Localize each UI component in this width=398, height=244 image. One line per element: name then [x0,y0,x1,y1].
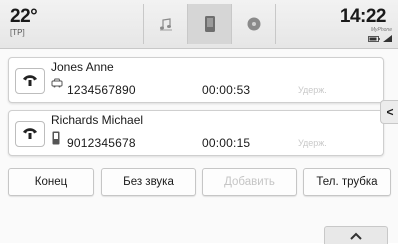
caller-name: Jones Anne [51,60,114,74]
call-duration: 00:00:53 [202,83,251,97]
temperature-readout: 22° [10,6,38,27]
call-handset-button[interactable] [15,121,45,147]
caller-number: 1234567890 [67,83,136,97]
chevron-up-icon [350,232,362,240]
phone-handset-icon [23,128,37,139]
handset-button[interactable]: Тел. трубка [303,168,391,196]
add-call-button[interactable]: Добавить [202,168,297,196]
phone-handset-icon [204,16,215,32]
swap-calls-tab[interactable]: < [380,100,398,124]
mobile-phone-icon [52,131,60,145]
tab-audio[interactable] [143,4,187,44]
tab-navigation[interactable] [231,4,276,44]
tab-phone[interactable] [187,4,231,44]
music-note-icon [159,18,172,31]
phone-call-screen: 22° [TP] 14:22 MyPhone Jones Anne 123456… [0,0,398,244]
traffic-program-indicator: [TP] [10,28,25,37]
navigation-globe-icon [247,17,260,31]
connected-device-name: MyPhone [370,27,392,33]
status-bar: 22° [TP] 14:22 MyPhone [0,0,398,49]
battery-icon [368,35,380,42]
clock: 14:22 [339,6,387,27]
call-entry[interactable]: Richards Michael 9012345678 00:00:15 Уде… [8,110,384,156]
caller-number: 9012345678 [67,136,136,150]
phone-handset-icon [23,75,37,86]
caller-name: Richards Michael [51,113,144,127]
call-status: Удерж. [298,138,327,148]
chevron-left-icon: < [386,105,394,119]
status-icons [368,35,392,42]
scroll-up-button[interactable] [324,226,388,244]
call-duration: 00:00:15 [202,136,251,150]
call-status: Удерж. [298,85,327,95]
end-call-button[interactable]: Конец [8,168,94,196]
car-icon [51,78,63,88]
call-entry[interactable]: Jones Anne 1234567890 00:00:53 Удерж. [8,57,384,103]
mute-button[interactable]: Без звука [101,168,196,196]
app-tabs [143,4,276,44]
call-handset-button[interactable] [15,68,45,94]
signal-strength-icon [383,35,392,42]
